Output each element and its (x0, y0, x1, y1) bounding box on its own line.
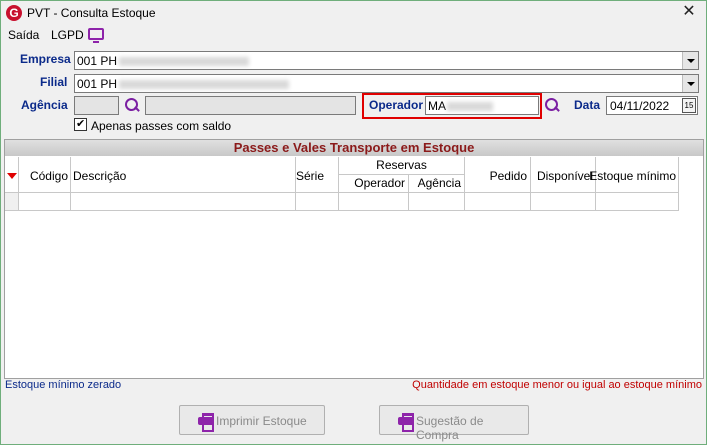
redacted-text (119, 57, 250, 67)
menu-bar: Saída LGPD (1, 25, 706, 45)
filial-value: 001 PH (77, 77, 118, 91)
sugestao-compra-button[interactable]: Sugestão de Compra (379, 405, 529, 442)
operador-input[interactable]: MA (425, 96, 539, 115)
sugestao-compra-label: Sugestão de Compra (416, 414, 484, 442)
date-picker[interactable]: 04/11/2022 15 (606, 96, 698, 115)
redacted-text (119, 80, 290, 90)
legend-estoque-abaixo: Quantidade em estoque menor ou igual ao … (412, 379, 702, 391)
estoque-grid[interactable]: Passes e Vales Transporte em Estoque Cód… (4, 139, 704, 379)
agencia-code-input[interactable] (74, 96, 119, 115)
data-label: Data (574, 98, 601, 112)
date-value: 04/11/2022 (610, 99, 670, 113)
table-cell[interactable] (596, 193, 679, 211)
table-cell[interactable] (531, 193, 596, 211)
consulta-estoque-window: G PVT - Consulta Estoque ✕ Saída LGPD Em… (0, 0, 707, 445)
table-cell[interactable] (339, 193, 409, 211)
agencia-label: Agência (21, 98, 68, 112)
empresa-label: Empresa (20, 52, 71, 66)
table-cell[interactable] (296, 193, 339, 211)
operador-value: MA (428, 99, 446, 113)
apenas-passes-label: Apenas passes com saldo (91, 119, 232, 133)
col-header-operador[interactable]: Operador (339, 175, 409, 193)
apenas-passes-checkbox[interactable] (74, 117, 87, 131)
printer-icon (198, 413, 214, 432)
empresa-select[interactable]: 001 PH (74, 51, 699, 70)
grid-title: Passes e Vales Transporte em Estoque (5, 140, 703, 156)
col-header-codigo[interactable]: Código (19, 157, 71, 193)
chevron-down-icon[interactable] (682, 75, 698, 92)
monitor-icon[interactable] (88, 28, 104, 43)
close-icon[interactable]: ✕ (680, 3, 698, 21)
sort-indicator-icon (7, 173, 17, 179)
col-header-disponivel[interactable]: Disponível (531, 157, 596, 193)
agencia-search-icon[interactable] (124, 97, 140, 113)
imprimir-estoque-label: Imprimir Estoque (216, 414, 307, 428)
col-header-pedido[interactable]: Pedido (465, 157, 531, 193)
filial-label: Filial (40, 75, 68, 89)
title-bar: G PVT - Consulta Estoque ✕ (1, 1, 706, 25)
chevron-down-icon[interactable] (682, 52, 698, 69)
col-header-descricao[interactable]: Descrição (71, 157, 296, 193)
col-header-estoque-minimo[interactable]: Estoque mínimo (589, 157, 679, 193)
table-cell[interactable] (465, 193, 531, 211)
empresa-value: 001 PH (77, 54, 118, 68)
legend-estoque-zerado: Estoque mínimo zerado (5, 379, 122, 391)
filial-select[interactable]: 001 PH (74, 74, 699, 93)
table-cell[interactable] (409, 193, 465, 211)
printer-icon (398, 413, 414, 432)
window-title: PVT - Consulta Estoque (27, 6, 156, 20)
table-cell[interactable] (71, 193, 296, 211)
table-cell[interactable] (19, 193, 71, 211)
menu-item-lgpd[interactable]: LGPD (51, 28, 84, 42)
operador-search-icon[interactable] (544, 97, 560, 113)
col-header-reservas: Reservas (339, 157, 465, 175)
imprimir-estoque-button[interactable]: Imprimir Estoque (179, 405, 325, 435)
row-indicator-cell[interactable] (5, 193, 19, 211)
operador-label: Operador (369, 98, 424, 112)
calendar-icon[interactable]: 15 (682, 98, 696, 113)
menu-item-saida[interactable]: Saída (8, 28, 39, 42)
redacted-text (447, 102, 493, 112)
agencia-name-input (145, 96, 356, 115)
app-logo-icon: G (6, 5, 22, 21)
col-header-serie[interactable]: Série (296, 157, 339, 193)
col-header-agencia[interactable]: Agência (409, 175, 465, 193)
